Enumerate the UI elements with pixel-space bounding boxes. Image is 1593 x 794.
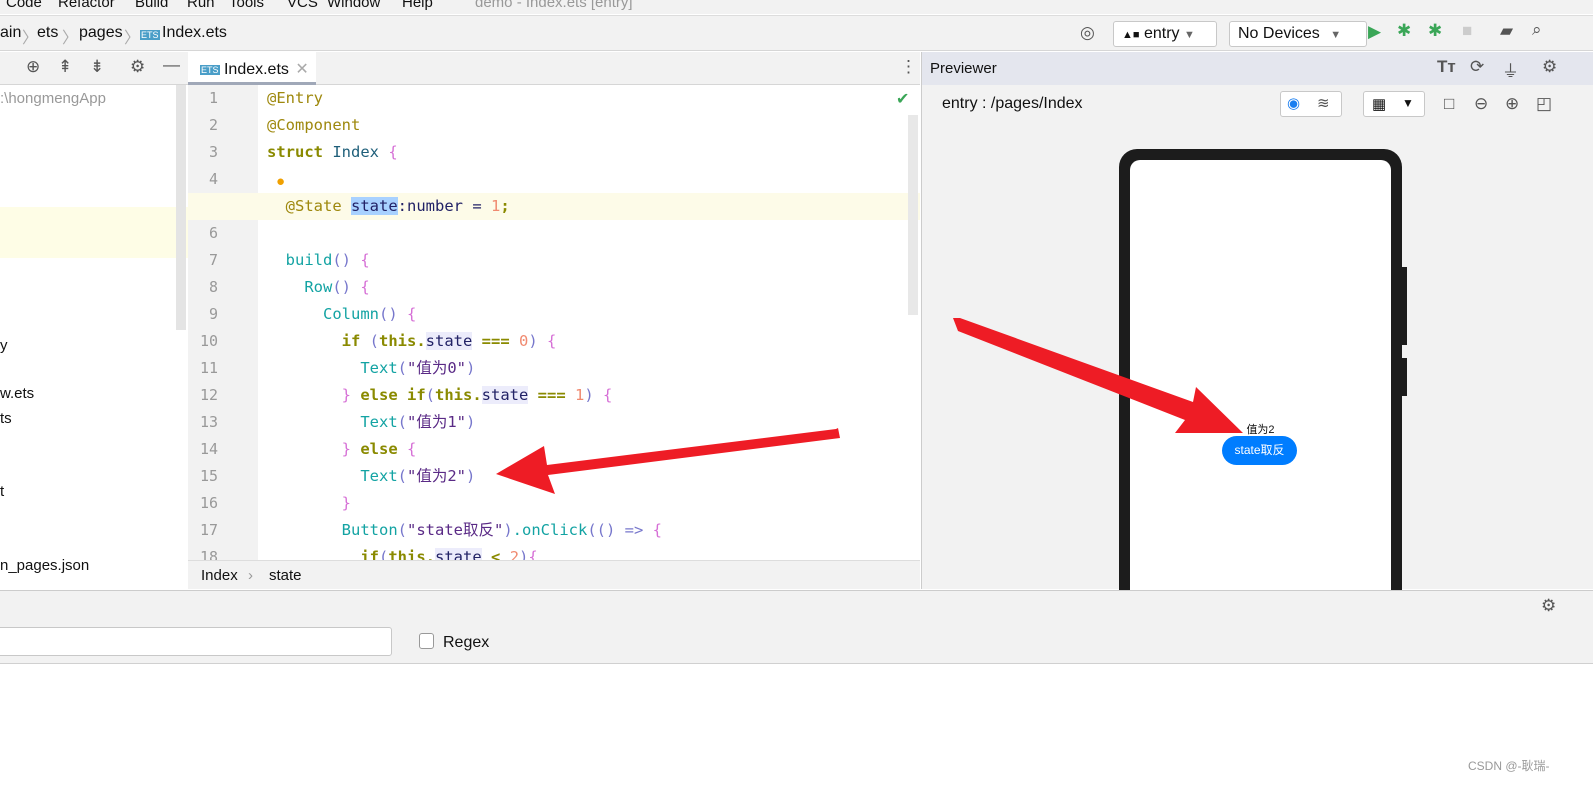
annotation-arrow [496, 318, 1243, 494]
annotation-overlay [496, 318, 1243, 494]
